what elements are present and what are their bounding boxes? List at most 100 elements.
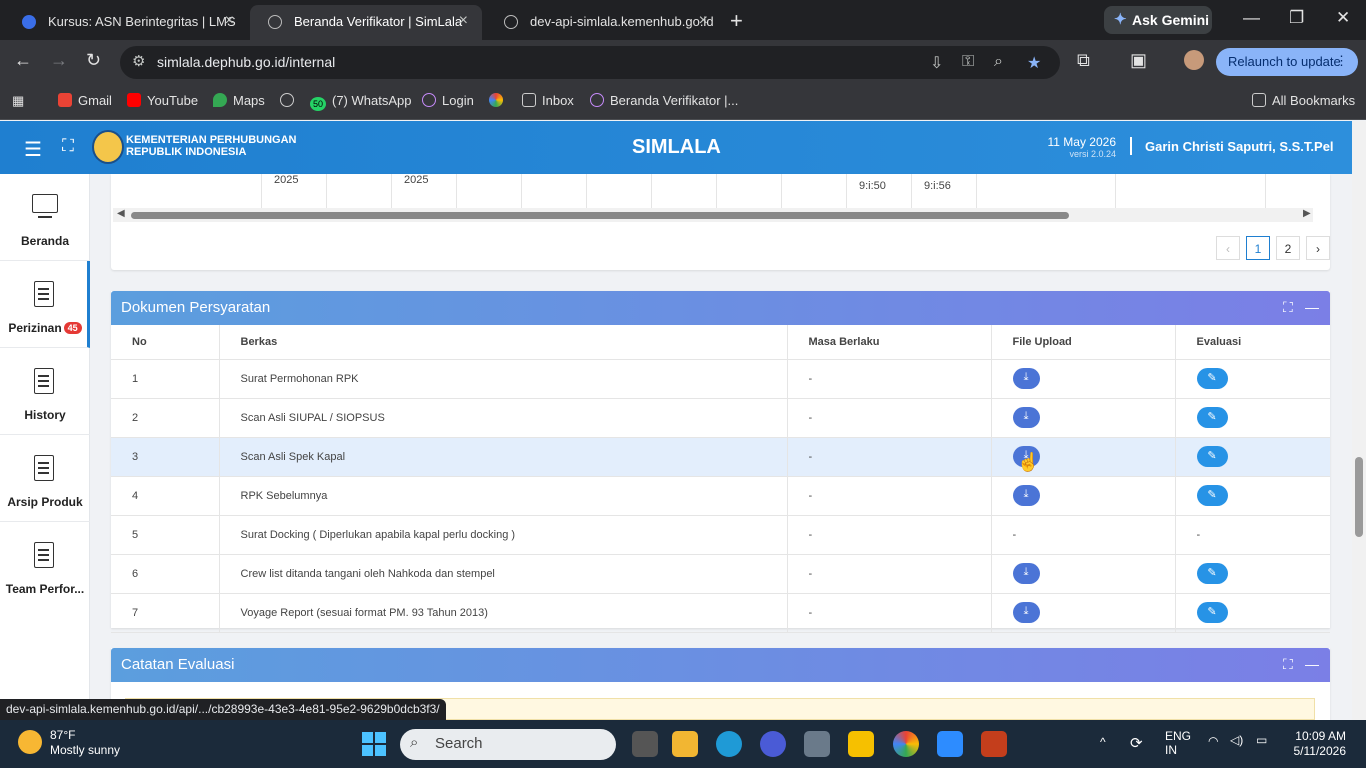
ask-gemini-button[interactable]: ✦ Ask Gemini	[1104, 6, 1212, 34]
collapse-icon[interactable]: —	[1305, 656, 1319, 672]
bookmark-beranda[interactable]: Beranda Verifikator |...	[590, 93, 738, 108]
sidebar-item-team-performance[interactable]: Team Perfor...	[0, 522, 90, 609]
scrollbar-thumb[interactable]	[131, 212, 1069, 219]
windows-taskbar: 87°F Mostly sunny ⌕ Search ^ ⟳ ENG IN ◠ …	[0, 720, 1366, 768]
edit-evaluation-button[interactable]: ✎	[1196, 407, 1228, 428]
file-explorer-icon[interactable]	[672, 731, 698, 757]
expand-icon[interactable]: ⛶	[1283, 299, 1293, 316]
site-info-icon[interactable]: ⚙	[132, 52, 145, 70]
header-date: 11 May 2026	[1047, 135, 1117, 149]
weather-widget[interactable]: 87°F Mostly sunny	[18, 728, 121, 758]
extensions-icon[interactable]: ⧉	[1077, 50, 1090, 71]
sidebar: Beranda Perizinan 45 History Arsip Produk…	[0, 174, 90, 720]
tab-lms[interactable]: Kursus: ASN Berintegritas | LMS ×	[4, 5, 248, 40]
battery-icon[interactable]: ▭	[1256, 733, 1267, 747]
pagination-page[interactable]: 1	[1246, 236, 1270, 260]
zoom-app-icon[interactable]	[937, 731, 963, 757]
close-tab-icon[interactable]: ×	[225, 12, 234, 30]
edit-evaluation-button[interactable]: ✎	[1196, 485, 1228, 506]
zoom-icon[interactable]: ⌕	[994, 53, 1003, 71]
tab-simlala[interactable]: Beranda Verifikator | SimLala ×	[250, 5, 482, 40]
password-key-icon[interactable]: ⚿	[962, 53, 974, 71]
horizontal-scrollbar[interactable]: ◀ ▶	[113, 208, 1313, 222]
bookmark-gmail[interactable]: Gmail	[58, 93, 112, 108]
sidebar-item-beranda[interactable]: Beranda	[0, 174, 90, 261]
bookmark-login[interactable]: Login	[422, 93, 474, 108]
reload-icon[interactable]: ↻	[86, 50, 101, 71]
bookmark-star-icon[interactable]: ★	[1027, 53, 1041, 73]
edit-evaluation-button[interactable]: ✎	[1196, 368, 1228, 389]
pagination-prev[interactable]: ‹	[1216, 236, 1240, 260]
sidebar-item-history[interactable]: History	[0, 348, 90, 435]
hamburger-menu-icon[interactable]: ☰	[24, 137, 42, 162]
language-code: ENG	[1165, 729, 1192, 743]
all-bookmarks[interactable]: All Bookmarks	[1252, 93, 1355, 108]
sticky-notes-icon[interactable]	[848, 731, 874, 757]
sync-icon[interactable]: ⟳	[1130, 734, 1143, 752]
volume-icon[interactable]: ◁)	[1230, 733, 1243, 747]
dokumen-table: No Berkas Masa Berlaku File Upload Evalu…	[111, 325, 1330, 633]
edit-evaluation-button[interactable]: ✎	[1196, 602, 1228, 623]
collapse-icon[interactable]: —	[1305, 299, 1319, 315]
document-icon	[34, 368, 54, 394]
download-button[interactable]: ⤓	[1012, 602, 1040, 623]
download-button[interactable]: ⤓	[1012, 407, 1040, 428]
download-button[interactable]: ⤓	[1012, 368, 1040, 389]
sidebar-item-perizinan[interactable]: Perizinan 45	[0, 261, 90, 348]
wifi-icon[interactable]: ◠	[1208, 734, 1218, 748]
close-tab-icon[interactable]: ×	[459, 12, 468, 30]
language-indicator[interactable]: ENG IN	[1165, 729, 1191, 757]
edit-evaluation-button[interactable]: ✎	[1196, 446, 1228, 467]
column-header: Berkas	[219, 325, 788, 360]
sidebar-item-label: Beranda	[20, 234, 70, 248]
berkas-name: RPK Sebelumnya	[219, 476, 788, 516]
page-scrollbar[interactable]	[1352, 121, 1366, 720]
profile-avatar[interactable]	[1184, 50, 1204, 70]
scroll-right-icon[interactable]: ▶	[1303, 208, 1311, 219]
fullscreen-icon[interactable]: ⛶	[62, 136, 74, 156]
close-window-icon[interactable]: ✕	[1336, 8, 1350, 28]
download-button[interactable]: ⤓	[1012, 485, 1040, 506]
expand-icon[interactable]: ⛶	[1283, 656, 1293, 673]
install-app-icon[interactable]: ⇩	[930, 53, 943, 73]
show-hidden-icons-icon[interactable]: ^	[1100, 735, 1106, 749]
bookmark-inbox[interactable]: Inbox	[522, 93, 574, 108]
start-button[interactable]	[362, 732, 386, 756]
bookmark-globe[interactable]	[280, 93, 300, 108]
bookmark-whatsapp[interactable]: 50 (7) WhatsApp	[310, 93, 411, 111]
user-name[interactable]: Garin Christi Saputri, S.S.T.Pel	[1145, 139, 1334, 154]
apps-grid-icon[interactable]: ▦	[12, 93, 24, 109]
restore-icon[interactable]: ❐	[1289, 8, 1304, 28]
pagination-next[interactable]: ›	[1306, 236, 1330, 260]
scroll-left-icon[interactable]: ◀	[117, 208, 125, 219]
bookmark-youtube[interactable]: YouTube	[127, 93, 198, 108]
chrome-icon[interactable]	[893, 731, 919, 757]
tab-dev-api[interactable]: dev-api-simlala.kemenhub.go.id ×	[486, 5, 722, 40]
download-button[interactable]: ⤓	[1012, 563, 1040, 584]
forward-icon[interactable]: →	[50, 50, 68, 71]
new-tab-icon[interactable]: +	[730, 8, 743, 34]
table-cell: 2025	[392, 174, 457, 208]
back-icon[interactable]: ←	[14, 50, 32, 71]
minimize-icon[interactable]: —	[1243, 8, 1260, 28]
edit-evaluation-button[interactable]: ✎	[1196, 563, 1228, 584]
bookmark-pinwheel[interactable]	[489, 93, 509, 108]
relaunch-button[interactable]: Relaunch to update ⋮	[1216, 48, 1358, 76]
edge-icon[interactable]	[716, 731, 742, 757]
table-cell	[977, 174, 1116, 208]
app-icon[interactable]	[760, 731, 786, 757]
weather-condition: Mostly sunny	[50, 743, 121, 757]
sidebar-item-arsip-produk[interactable]: Arsip Produk	[0, 435, 90, 522]
camera-icon[interactable]	[804, 731, 830, 757]
powerpoint-icon[interactable]	[981, 731, 1007, 757]
gemini-icon: ✦	[1114, 11, 1127, 28]
bookmark-maps[interactable]: Maps	[213, 93, 265, 108]
scrollbar-thumb[interactable]	[1355, 457, 1363, 537]
clock[interactable]: 10:09 AM 5/11/2026	[1290, 729, 1347, 759]
pagination-page[interactable]: 2	[1276, 236, 1300, 260]
task-view-icon[interactable]	[632, 731, 658, 757]
side-panel-icon[interactable]: ▣	[1130, 50, 1147, 71]
address-bar[interactable]: ⚙ simlala.dephub.go.id/internal ⇩ ⚿ ⌕ ★	[120, 46, 1060, 79]
taskbar-search[interactable]: ⌕ Search	[400, 729, 616, 760]
close-tab-icon[interactable]: ×	[699, 12, 708, 30]
